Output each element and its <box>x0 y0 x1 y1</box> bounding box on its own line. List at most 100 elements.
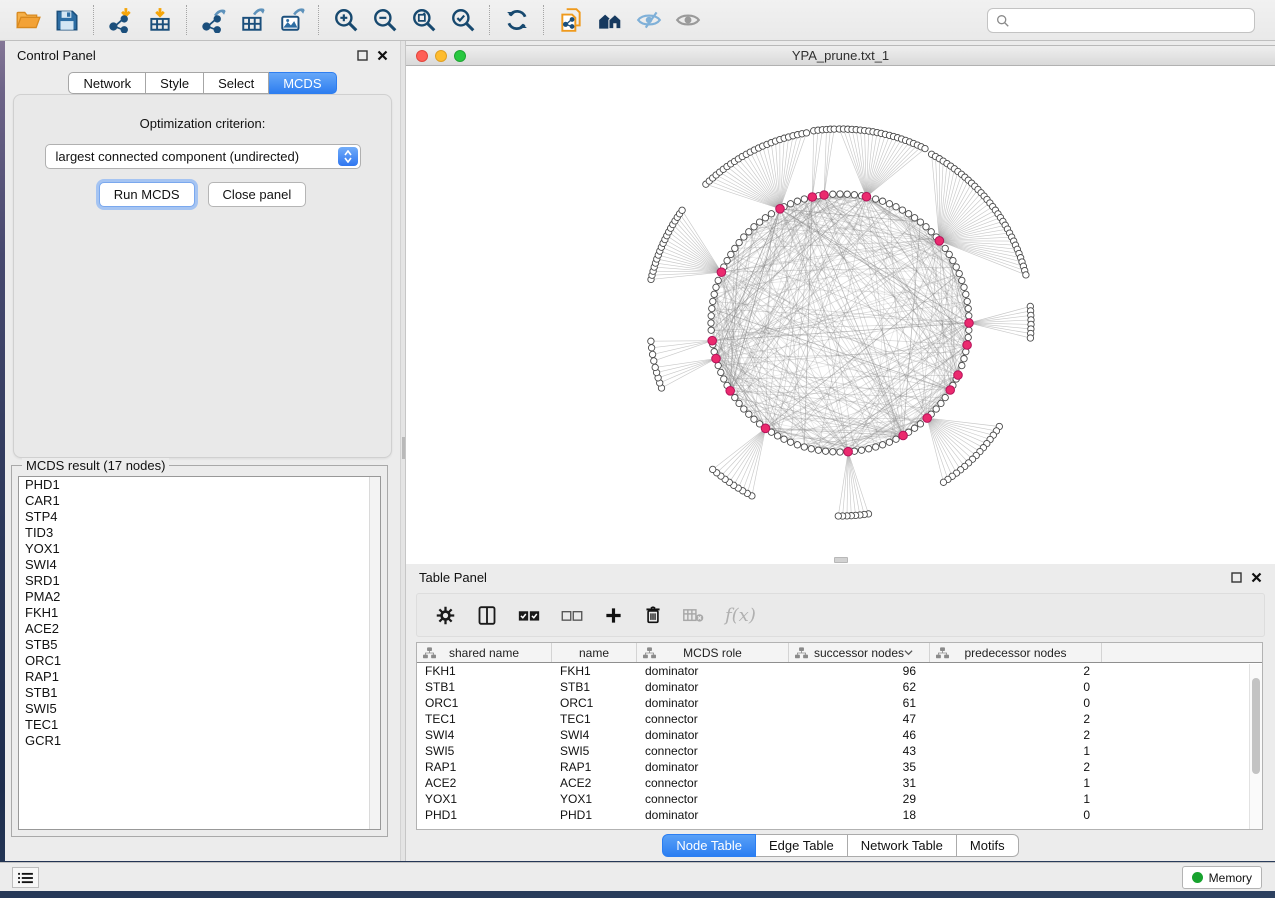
list-item[interactable]: SRD1 <box>19 573 380 589</box>
first-neighbors-button[interactable] <box>590 3 629 37</box>
zoom-out-button[interactable] <box>365 3 404 37</box>
list-item[interactable]: SWI5 <box>19 701 380 717</box>
zoom-selected-button[interactable] <box>443 3 482 37</box>
import-table-button[interactable] <box>140 3 179 37</box>
column-header-predecessor-nodes[interactable]: predecessor nodes <box>930 643 1102 662</box>
tab-mcds[interactable]: MCDS <box>269 72 336 94</box>
tab-network-table[interactable]: Network Table <box>848 834 957 857</box>
close-panel-icon[interactable] <box>1251 572 1262 583</box>
list-item[interactable]: STB1 <box>19 685 380 701</box>
tab-network[interactable]: Network <box>68 72 146 94</box>
column-header-shared-name[interactable]: shared name <box>417 643 552 662</box>
table-row[interactable]: ACE2ACE2connector311 <box>417 775 1262 791</box>
export-table-icon <box>240 7 266 33</box>
list-item[interactable]: PHD1 <box>19 477 380 493</box>
memory-button[interactable]: Memory <box>1182 866 1262 889</box>
network-title-bar[interactable]: YPA_prune.txt_1 <box>406 46 1275 66</box>
column-header-mcds-role[interactable]: MCDS role <box>637 643 789 662</box>
table-row[interactable]: YOX1YOX1connector291 <box>417 791 1262 807</box>
table-row[interactable]: STB1STB1dominator620 <box>417 679 1262 695</box>
table-row[interactable]: RAP1RAP1dominator352 <box>417 759 1262 775</box>
export-network-button[interactable] <box>194 3 233 37</box>
float-panel-icon[interactable] <box>1231 572 1242 583</box>
table-row[interactable]: ORC1ORC1dominator610 <box>417 695 1262 711</box>
save-floppy-icon <box>54 7 80 33</box>
houses-icon <box>597 7 623 33</box>
mcds-result-title: MCDS result (17 nodes) <box>22 458 169 473</box>
control-panel: Control Panel Network Style Select MCDS … <box>5 41 400 861</box>
table-row[interactable]: PHD1PHD1dominator180 <box>417 807 1262 823</box>
list-item[interactable]: TEC1 <box>19 717 380 733</box>
close-panel-button[interactable]: Close panel <box>208 182 307 207</box>
run-mcds-button[interactable]: Run MCDS <box>99 182 195 207</box>
maximize-window-icon[interactable] <box>454 50 466 62</box>
task-history-button[interactable] <box>12 867 39 888</box>
table-row[interactable]: SWI4SWI4dominator462 <box>417 727 1262 743</box>
table-row[interactable]: FKH1FKH1dominator962 <box>417 663 1262 679</box>
import-network-button[interactable] <box>101 3 140 37</box>
list-item[interactable]: CAR1 <box>19 493 380 509</box>
criterion-dropdown[interactable]: largest connected component (undirected) <box>45 144 361 169</box>
open-file-button[interactable] <box>8 3 47 37</box>
select-all-button[interactable] <box>518 608 540 623</box>
list-item[interactable]: ORC1 <box>19 653 380 669</box>
canvas-splitter-grip[interactable] <box>834 557 848 563</box>
column-header-successor-nodes[interactable]: successor nodes <box>789 643 930 662</box>
function-builder-button[interactable]: f(x) <box>725 605 756 626</box>
list-item[interactable]: ACE2 <box>19 621 380 637</box>
tab-select[interactable]: Select <box>204 72 269 94</box>
right-column: YPA_prune.txt_1 Table Panel <box>406 41 1275 861</box>
minimize-window-icon[interactable] <box>435 50 447 62</box>
memory-status-icon <box>1192 872 1203 883</box>
list-item[interactable]: YOX1 <box>19 541 380 557</box>
search-field[interactable] <box>987 8 1255 33</box>
node-table[interactable]: shared name name MCDS role successor nod… <box>416 642 1263 830</box>
zoom-fit-button[interactable] <box>404 3 443 37</box>
memory-label: Memory <box>1209 871 1252 885</box>
new-network-from-selection-button[interactable] <box>551 3 590 37</box>
network-graph[interactable] <box>406 66 1275 564</box>
status-bar: Memory <box>0 862 1275 891</box>
zoom-in-button[interactable] <box>326 3 365 37</box>
search-input[interactable] <box>1016 13 1254 28</box>
tab-style[interactable]: Style <box>146 72 204 94</box>
close-window-icon[interactable] <box>416 50 428 62</box>
scrollbar-thumb[interactable] <box>1252 678 1260 774</box>
checked-boxes-icon <box>518 608 540 623</box>
list-item[interactable]: TID3 <box>19 525 380 541</box>
list-scrollbar[interactable] <box>369 477 380 829</box>
refresh-view-button[interactable] <box>497 3 536 37</box>
show-columns-button[interactable] <box>477 605 497 626</box>
tab-motifs[interactable]: Motifs <box>957 834 1019 857</box>
table-mode-button[interactable] <box>435 605 456 626</box>
export-table-button[interactable] <box>233 3 272 37</box>
mcds-result-list[interactable]: PHD1 CAR1 STP4 TID3 YOX1 SWI4 SRD1 PMA2 … <box>18 476 381 830</box>
hide-selected-button[interactable] <box>629 3 668 37</box>
export-image-button[interactable] <box>272 3 311 37</box>
list-item[interactable]: STB5 <box>19 637 380 653</box>
list-item[interactable]: STP4 <box>19 509 380 525</box>
zoom-selected-icon <box>450 7 476 33</box>
save-session-button[interactable] <box>47 3 86 37</box>
zoom-in-icon <box>333 7 359 33</box>
list-item[interactable]: SWI4 <box>19 557 380 573</box>
splitter-grip <box>402 437 405 459</box>
list-item[interactable]: GCR1 <box>19 733 380 749</box>
table-scrollbar[interactable] <box>1249 664 1262 829</box>
tab-edge-table[interactable]: Edge Table <box>756 834 848 857</box>
table-row[interactable]: TEC1TEC1connector472 <box>417 711 1262 727</box>
column-header-name[interactable]: name <box>552 643 637 662</box>
float-panel-icon[interactable] <box>357 50 368 61</box>
delete-table-button[interactable] <box>683 607 704 624</box>
table-row[interactable]: SWI5SWI5connector431 <box>417 743 1262 759</box>
delete-columns-button[interactable] <box>644 605 662 625</box>
deselect-all-button[interactable] <box>561 608 583 623</box>
list-item[interactable]: RAP1 <box>19 669 380 685</box>
close-panel-icon[interactable] <box>377 50 388 61</box>
refresh-icon <box>504 7 530 33</box>
tab-node-table[interactable]: Node Table <box>662 834 756 857</box>
list-item[interactable]: PMA2 <box>19 589 380 605</box>
list-item[interactable]: FKH1 <box>19 605 380 621</box>
add-column-button[interactable] <box>604 606 623 625</box>
show-all-button[interactable] <box>668 3 707 37</box>
